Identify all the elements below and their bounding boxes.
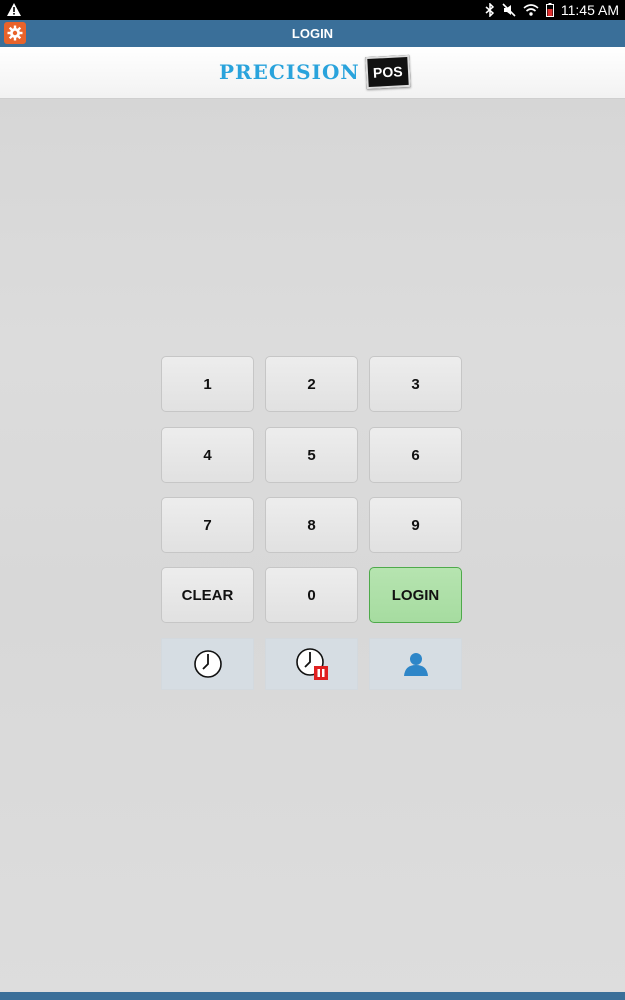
key-6[interactable]: 6	[369, 427, 462, 483]
mute-icon	[502, 3, 516, 17]
warning-icon	[7, 3, 21, 16]
bluetooth-icon	[485, 3, 494, 17]
key-9[interactable]: 9	[369, 497, 462, 553]
logo: PRECISION POS	[219, 54, 411, 90]
clock-in-button[interactable]	[161, 638, 254, 690]
clock-out-icon	[295, 648, 328, 680]
title-bar: LOGIN	[0, 20, 625, 47]
key-4[interactable]: 4	[161, 427, 254, 483]
wifi-icon	[523, 4, 539, 16]
key-7[interactable]: 7	[161, 497, 254, 553]
key-3[interactable]: 3	[369, 356, 462, 412]
key-2[interactable]: 2	[265, 356, 358, 412]
key-1[interactable]: 1	[161, 356, 254, 412]
clear-button[interactable]: CLEAR	[161, 567, 254, 623]
battery-icon	[545, 3, 554, 17]
clock-in-icon	[193, 650, 222, 678]
status-bar: 11:45 AM	[0, 0, 625, 20]
key-5[interactable]: 5	[265, 427, 358, 483]
logo-header: PRECISION POS	[0, 47, 625, 99]
user-icon	[403, 653, 428, 676]
logo-badge: POS	[364, 54, 411, 90]
bottom-bar	[0, 992, 625, 1000]
key-8[interactable]: 8	[265, 497, 358, 553]
user-button[interactable]	[369, 638, 462, 690]
page-title: LOGIN	[291, 26, 334, 41]
login-button[interactable]: LOGIN	[369, 567, 462, 623]
logo-text: PRECISION	[219, 60, 360, 84]
key-0[interactable]: 0	[265, 567, 358, 623]
status-time: 11:45 AM	[560, 2, 619, 18]
clock-out-button[interactable]	[265, 638, 358, 690]
